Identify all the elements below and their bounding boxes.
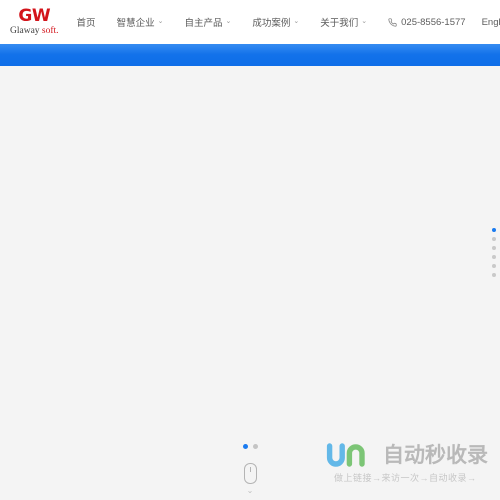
carousel-dot-2[interactable]: [252, 444, 258, 449]
chevron-down-icon: ⌄: [293, 18, 300, 25]
nav-item-smart-enterprise-label: 智慧企业: [116, 18, 155, 29]
nav-item-home[interactable]: 首页: [77, 15, 96, 29]
chevron-down-icon: ⌄: [225, 18, 232, 25]
logo-wordmark-accent: soft.: [41, 25, 59, 36]
nav-item-about-us[interactable]: 关于我们 ⌄: [320, 15, 367, 29]
section-pager-dot-5[interactable]: [492, 264, 496, 268]
logo-wordmark: Glaway soft.: [10, 25, 59, 37]
site-header: GW Glaway soft. 首页 智慧企业 ⌄ 自主产品 ⌄ 成功案例 ⌄ …: [0, 0, 500, 44]
chevron-down-icon: ⌄: [157, 18, 164, 25]
site-logo[interactable]: GW Glaway soft.: [0, 5, 59, 37]
section-pager-dot-1[interactable]: [492, 228, 496, 232]
nav-item-about-us-label: 关于我们: [320, 18, 359, 29]
nav-item-success-cases[interactable]: 成功案例 ⌄: [252, 15, 299, 29]
section-pager-dot-6[interactable]: [492, 273, 496, 277]
hero-banner-strip[interactable]: [0, 44, 500, 66]
scroll-down-indicator[interactable]: ⌄: [0, 463, 500, 495]
carousel-pagination: [0, 444, 500, 449]
hero-stage: [0, 66, 500, 500]
header-phone[interactable]: 025-8556-1577: [388, 16, 466, 28]
chevron-down-icon: ⌄: [361, 18, 368, 25]
language-switch[interactable]: English: [482, 17, 500, 28]
phone-icon: [388, 17, 397, 27]
carousel-dot-1[interactable]: [242, 444, 248, 449]
logo-mark-gw: GW: [18, 5, 51, 26]
logo-wordmark-primary: Glaway: [10, 25, 42, 36]
nav-item-success-cases-label: 成功案例: [252, 18, 291, 29]
nav-item-home-label: 首页: [76, 18, 96, 29]
chevron-down-icon: ⌄: [246, 486, 254, 495]
nav-item-smart-enterprise[interactable]: 智慧企业 ⌄: [117, 15, 164, 29]
header-phone-number: 025-8556-1577: [401, 16, 466, 28]
nav-item-own-products[interactable]: 自主产品 ⌄: [184, 15, 231, 29]
header-right: 025-8556-1577 English: [388, 17, 500, 28]
nav-item-own-products-label: 自主产品: [184, 18, 223, 29]
section-pager-dot-3[interactable]: [492, 246, 496, 250]
banner-sheen: [0, 44, 500, 55]
section-pager: [492, 228, 496, 277]
main-nav: 首页 智慧企业 ⌄ 自主产品 ⌄ 成功案例 ⌄ 关于我们 ⌄: [59, 0, 389, 44]
section-pager-dot-2[interactable]: [492, 237, 496, 241]
section-pager-dot-4[interactable]: [492, 255, 496, 259]
mouse-scroll-icon: [243, 463, 257, 484]
